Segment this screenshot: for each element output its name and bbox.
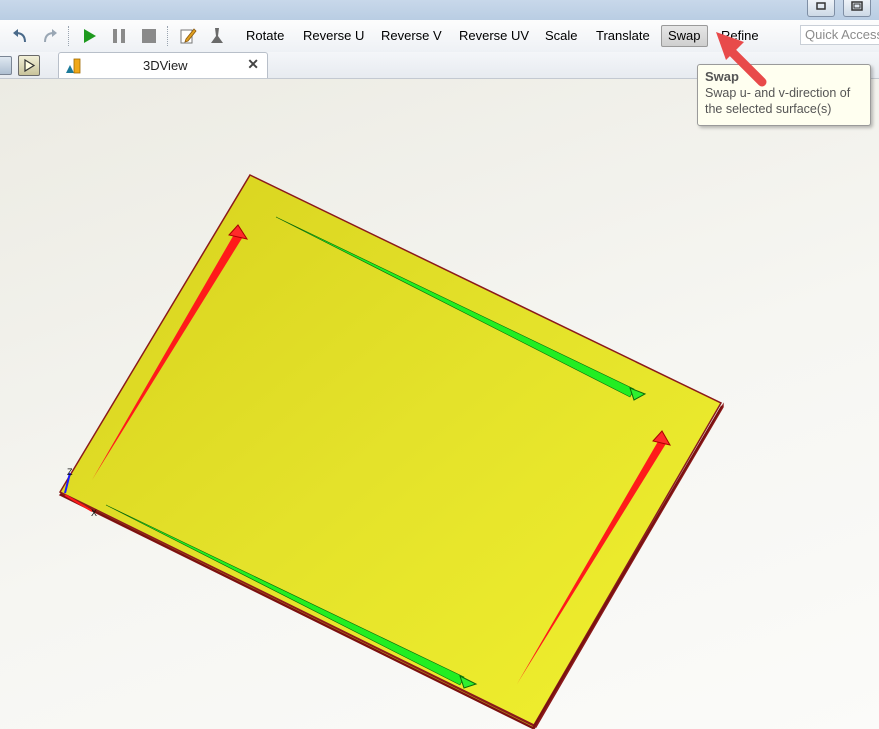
redo-icon	[44, 29, 57, 43]
3d-viewport[interactable]: Z X	[0, 79, 879, 729]
translate-button[interactable]: Translate	[590, 25, 656, 47]
window-title-strip	[0, 0, 879, 20]
stop-icon	[142, 29, 156, 43]
restore-window-button[interactable]	[807, 0, 835, 17]
maximize-window-icon	[851, 1, 863, 11]
swap-button[interactable]: Swap	[661, 25, 708, 47]
pause-macro-button[interactable]	[107, 24, 131, 48]
restore-window-icon	[816, 2, 826, 10]
start-page-tab-button[interactable]	[18, 55, 40, 76]
maximize-window-button[interactable]	[843, 0, 871, 17]
surface-render: Z X	[58, 174, 724, 729]
z-axis-label: Z	[67, 467, 73, 477]
toolbar-separator	[167, 26, 168, 46]
tab-3dview[interactable]: 3DView ✕	[58, 52, 268, 78]
edit-macro-button[interactable]	[176, 24, 200, 48]
reverse-uv-button[interactable]: Reverse UV	[453, 25, 535, 47]
x-axis-label: X	[91, 508, 97, 518]
close-tab-icon[interactable]: ✕	[247, 56, 259, 73]
reverse-u-button[interactable]: Reverse U	[297, 25, 370, 47]
tooltip-line-2: the selected surface(s)	[705, 102, 832, 116]
redo-button[interactable]	[38, 24, 62, 48]
tab-3dview-label: 3DView	[143, 58, 188, 73]
debug-button[interactable]	[205, 24, 229, 48]
highlight-arrow-icon	[716, 32, 767, 87]
reverse-v-button[interactable]: Reverse V	[375, 25, 448, 47]
scale-button[interactable]: Scale	[539, 25, 584, 47]
3d-view-icon	[66, 58, 81, 74]
play-icon	[84, 29, 96, 43]
pause-icon	[113, 29, 125, 43]
rotate-button[interactable]: Rotate	[240, 25, 290, 47]
debug-icon	[211, 28, 223, 43]
workbench-tab-button[interactable]	[0, 56, 12, 75]
undo-button[interactable]	[8, 24, 32, 48]
quick-access-input[interactable]: Quick Access	[800, 25, 879, 45]
toolbar-separator	[68, 26, 69, 46]
run-macro-button[interactable]	[77, 24, 101, 48]
undo-icon	[13, 29, 26, 43]
edit-macro-icon	[180, 28, 197, 44]
stop-macro-button[interactable]	[137, 24, 161, 48]
start-page-icon	[24, 58, 36, 73]
